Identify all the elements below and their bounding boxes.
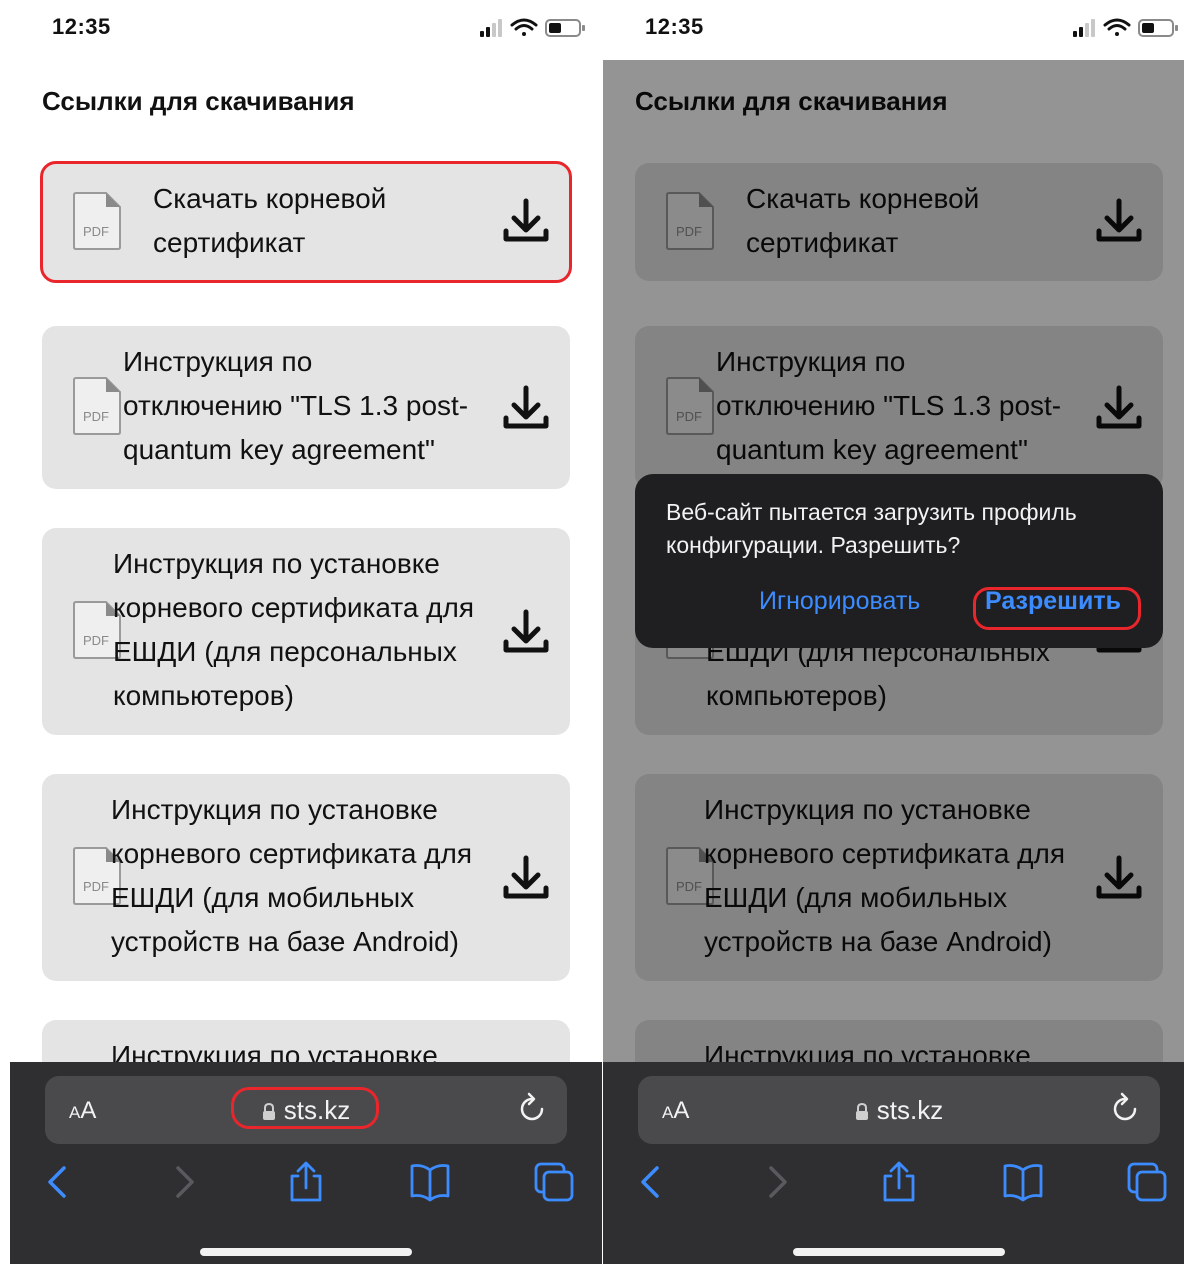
phone-screen-left: 12:35 Ссылки для скачивания PDF Скачать … <box>10 0 602 1264</box>
home-indicator <box>793 1248 1005 1256</box>
card-title: Инструкция по установкекорневого сертифи… <box>111 794 473 957</box>
share-icon[interactable] <box>877 1160 921 1204</box>
bookmarks-icon[interactable] <box>1001 1160 1045 1204</box>
phone-screen-right: 12:35 Ссылки для скачивания PDF Скачать … <box>603 0 1184 1264</box>
tabs-icon[interactable] <box>1125 1160 1169 1204</box>
pdf-file-icon: PDF <box>73 377 121 435</box>
pdf-label: PDF <box>83 409 109 424</box>
forward-icon[interactable] <box>755 1160 799 1204</box>
bookmarks-icon[interactable] <box>408 1160 452 1204</box>
status-icons <box>480 18 585 37</box>
download-card-root-certificate[interactable]: PDF Скачать корневой сертификат <box>40 161 572 283</box>
download-card-android-instruction[interactable]: PDF Инструкция по установке корневого сер… <box>42 774 570 981</box>
url-highlight-frame <box>231 1087 379 1129</box>
status-time: 12:35 <box>645 14 704 39</box>
download-card-tls-instruction[interactable]: PDF Инструкция по отключению "TLS 1.3 pos… <box>42 326 570 489</box>
download-icon[interactable] <box>502 384 550 432</box>
browser-toolbar: AA sts.kz <box>603 1062 1184 1264</box>
reload-icon[interactable] <box>515 1092 549 1126</box>
url-domain: sts.kz <box>876 1095 944 1125</box>
tabs-icon[interactable] <box>532 1160 576 1204</box>
reload-icon[interactable] <box>1108 1092 1142 1126</box>
alert-message: Веб-сайт пытается загрузить профиль конф… <box>666 499 1077 558</box>
allow-highlight-frame <box>973 587 1141 630</box>
browser-toolbar: AA sts.kz <box>10 1062 602 1264</box>
download-card-pc-instruction[interactable]: PDF Инструкция по установкекорневого сер… <box>42 528 570 735</box>
signal-icon <box>1073 19 1095 37</box>
download-icon[interactable] <box>502 854 550 902</box>
pdf-label: PDF <box>83 633 109 648</box>
url-display[interactable]: sts.kz <box>638 1095 1160 1126</box>
pdf-label: PDF <box>83 879 109 894</box>
status-icons <box>1073 18 1178 37</box>
address-bar[interactable]: AA sts.kz <box>638 1076 1160 1144</box>
card-title: Инструкция по отключению "TLS 1.3 post-qu… <box>123 346 469 465</box>
address-bar[interactable]: AA sts.kz <box>45 1076 567 1144</box>
pdf-label: PDF <box>83 224 109 239</box>
battery-icon <box>1138 19 1178 37</box>
wifi-icon <box>510 18 538 36</box>
share-icon[interactable] <box>284 1160 328 1204</box>
battery-icon <box>545 19 585 37</box>
signal-icon <box>480 19 502 37</box>
profile-download-alert: Веб-сайт пытается загрузить профиль конф… <box>635 474 1163 648</box>
status-time: 12:35 <box>52 14 111 39</box>
back-icon[interactable] <box>36 1160 80 1204</box>
home-indicator <box>200 1248 412 1256</box>
ignore-button[interactable]: Игнорировать <box>759 587 920 616</box>
wifi-icon <box>1103 18 1131 36</box>
back-icon[interactable] <box>629 1160 673 1204</box>
pdf-file-icon: PDF <box>73 192 121 250</box>
download-icon[interactable] <box>502 608 550 656</box>
lock-icon <box>855 1103 868 1121</box>
download-icon[interactable] <box>502 197 550 245</box>
card-title: Инструкция по установкекорневого сертифи… <box>113 548 475 711</box>
card-title: Скачать корневой сертификат <box>153 183 387 258</box>
page-title: Ссылки для скачивания <box>42 86 355 116</box>
forward-icon[interactable] <box>162 1160 206 1204</box>
